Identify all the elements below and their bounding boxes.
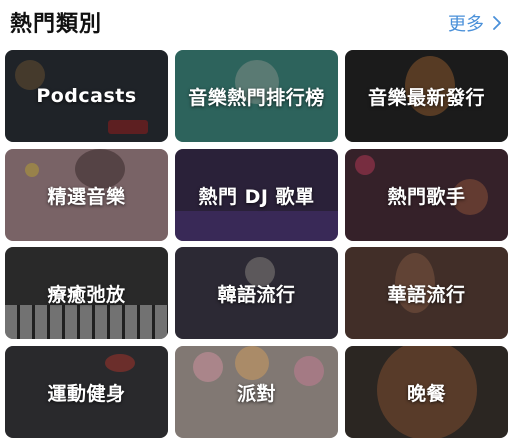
category-label: 韓語流行 bbox=[217, 283, 296, 306]
category-label: 熱門 DJ 歌單 bbox=[198, 185, 315, 208]
category-label: 派對 bbox=[236, 382, 276, 405]
category-tile-workout[interactable]: 運動健身 bbox=[5, 346, 168, 438]
category-label: 音樂最新發行 bbox=[367, 86, 485, 109]
section-header: 熱門類別 更多 bbox=[0, 0, 514, 48]
category-label: Podcasts bbox=[36, 85, 137, 107]
category-tile-dj-playlists[interactable]: 熱門 DJ 歌單 bbox=[175, 149, 338, 241]
chevron-right-icon bbox=[493, 16, 501, 30]
category-label: 熱門歌手 bbox=[387, 185, 466, 208]
category-label: 音樂熱門排行榜 bbox=[188, 86, 325, 109]
category-grid: Podcasts 音樂熱門排行榜 音樂最新發行 精選音樂 熱門 DJ 歌單 熱門… bbox=[5, 50, 508, 442]
category-tile-charts[interactable]: 音樂熱門排行榜 bbox=[175, 50, 338, 142]
category-tile-mandopop[interactable]: 華語流行 bbox=[345, 247, 508, 339]
category-label: 精選音樂 bbox=[47, 185, 126, 208]
category-tile-podcasts[interactable]: Podcasts bbox=[5, 50, 168, 142]
category-tile-top-artists[interactable]: 熱門歌手 bbox=[345, 149, 508, 241]
section-title: 熱門類別 bbox=[10, 12, 103, 37]
category-tile-chill[interactable]: 療癒弛放 bbox=[5, 247, 168, 339]
category-label: 華語流行 bbox=[387, 283, 466, 306]
category-label: 療癒弛放 bbox=[47, 283, 126, 306]
category-label: 晚餐 bbox=[406, 382, 446, 405]
category-tile-party[interactable]: 派對 bbox=[175, 346, 338, 438]
category-label: 運動健身 bbox=[47, 382, 126, 405]
more-button[interactable]: 更多 bbox=[448, 10, 502, 36]
category-tile-new-releases[interactable]: 音樂最新發行 bbox=[345, 50, 508, 142]
category-tile-featured[interactable]: 精選音樂 bbox=[5, 149, 168, 241]
more-label: 更多 bbox=[448, 14, 484, 35]
category-tile-kpop[interactable]: 韓語流行 bbox=[175, 247, 338, 339]
category-tile-dinner[interactable]: 晚餐 bbox=[345, 346, 508, 438]
